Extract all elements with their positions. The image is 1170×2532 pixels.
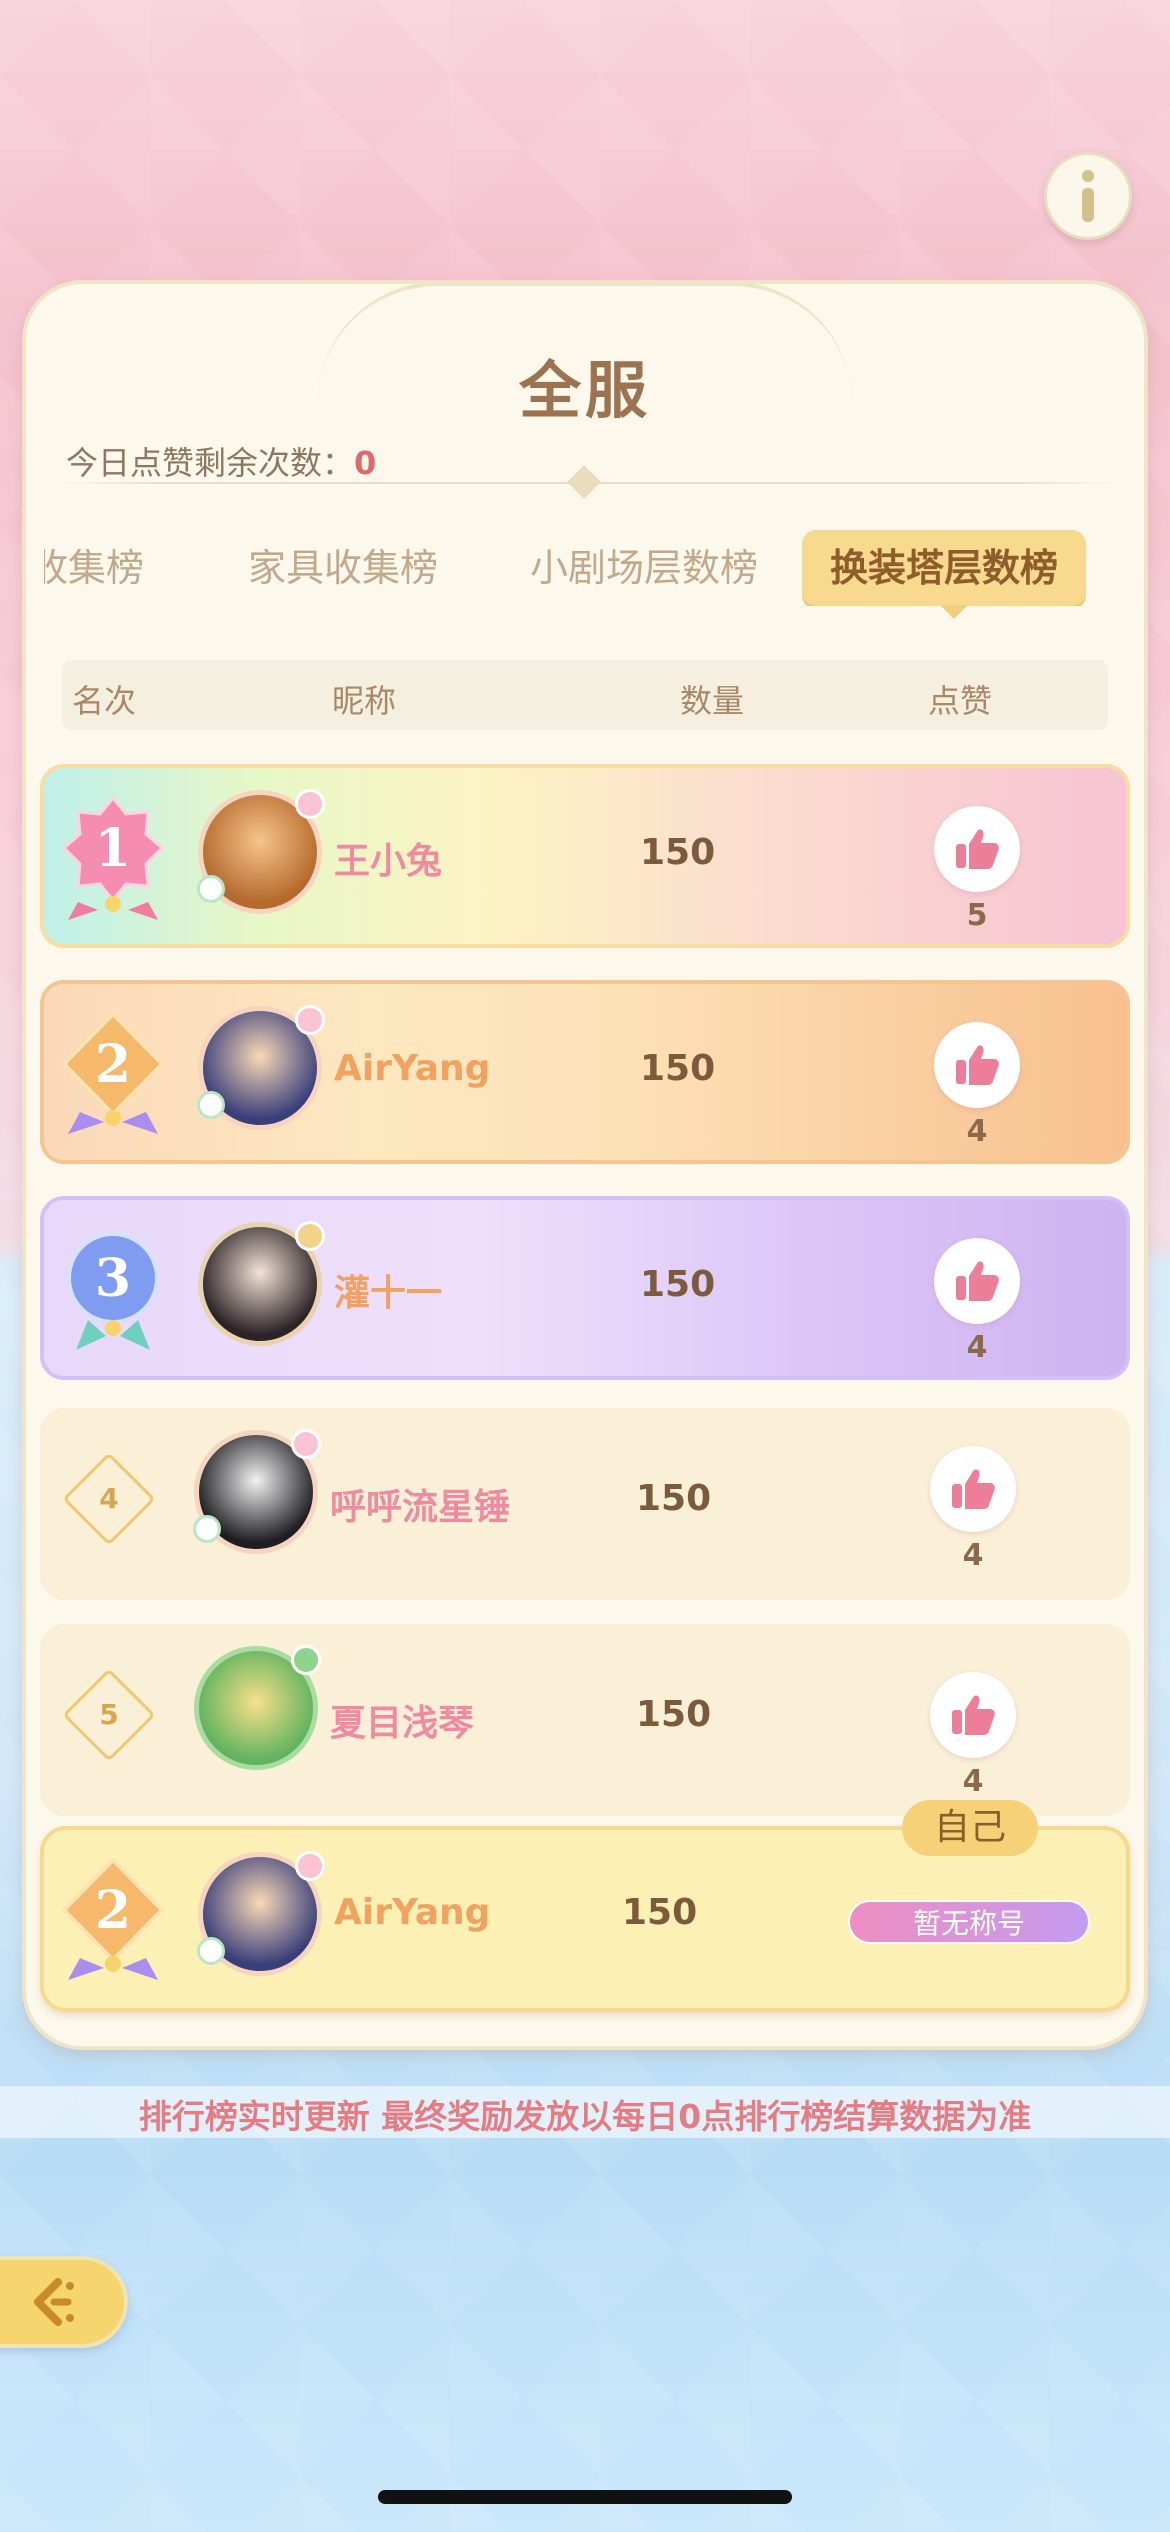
avatar-bunny-icon: [197, 875, 225, 903]
table-row: 1 王小兔 150 5: [40, 764, 1130, 948]
back-button[interactable]: [0, 2256, 128, 2348]
avatar[interactable]: [194, 1645, 321, 1770]
self-row: 2 AirYang 150 自己 暂无称号: [40, 1800, 1130, 2012]
avatar-flower-icon: [291, 1429, 321, 1459]
home-indicator: [378, 2490, 792, 2504]
column-amount: 数量: [680, 682, 745, 720]
column-like: 点赞: [928, 682, 993, 720]
rank-number: 4: [99, 1482, 119, 1515]
thumbs-up-icon: [956, 1261, 999, 1301]
avatar[interactable]: [193, 1429, 321, 1554]
avatar-bunny-icon: [197, 1091, 225, 1119]
nickname: 呼呼流星锤: [330, 1487, 511, 1528]
likes-remaining-label: 今日点赞剩余次数：: [66, 444, 355, 482]
like-count: 4: [966, 1330, 988, 1365]
self-tag: 自己: [902, 1800, 1038, 1856]
tab-furniture-collection[interactable]: 家具收集榜: [248, 530, 438, 606]
column-nickname: 昵称: [332, 682, 397, 720]
rank-medal-icon: 1: [61, 795, 165, 920]
table-row: 5 夏目浅琴 150 4: [40, 1624, 1130, 1816]
like-button[interactable]: [934, 1022, 1020, 1108]
page-title: 全服: [518, 354, 651, 427]
footer-note: 排行榜实时更新 最终奖励发放以每日0点排行榜结算数据为准: [138, 2097, 1032, 2136]
like-button[interactable]: [930, 1672, 1016, 1758]
nickname: 灌十一: [334, 1273, 443, 1314]
table-row: 3 灌十一 150 4: [40, 1196, 1130, 1380]
avatar-bunny-icon: [193, 1515, 221, 1543]
likes-remaining: 今日点赞剩余次数：0: [66, 438, 376, 484]
amount: 150: [636, 1694, 712, 1735]
avatar-bunny-icon: [197, 1937, 225, 1965]
info-icon: [1082, 170, 1094, 222]
thumbs-up-icon: [952, 1469, 995, 1509]
avatar[interactable]: [197, 1851, 325, 1976]
tab-theater-floors[interactable]: 小剧场层数榜: [530, 530, 758, 606]
avatar-star-icon: [295, 1221, 325, 1251]
avatar[interactable]: [197, 789, 325, 914]
like-count: 4: [962, 1764, 984, 1799]
column-header: 名次 昵称 数量 点赞: [62, 660, 1108, 730]
avatar-flower-icon: [295, 789, 325, 819]
avatar-frog-icon: [291, 1645, 321, 1675]
like-button[interactable]: [934, 1238, 1020, 1324]
table-row: 2 AirYang 150 4: [40, 980, 1130, 1164]
column-rank: 名次: [72, 682, 137, 720]
rank-number: 2: [95, 1880, 131, 1941]
thumbs-up-icon: [956, 1045, 999, 1085]
like-count: 4: [962, 1538, 984, 1573]
like-count: 5: [966, 898, 988, 933]
amount: 150: [622, 1892, 698, 1933]
rank-number: 5: [99, 1698, 119, 1731]
rank-medal-icon: 2: [61, 1011, 165, 1134]
nickname: AirYang: [334, 1892, 491, 1933]
active-tab-pointer: [940, 605, 968, 619]
tab-collection[interactable]: 收集榜: [44, 530, 144, 606]
avatar-flower-icon: [295, 1851, 325, 1881]
thumbs-up-icon: [952, 1695, 995, 1735]
tab-dressup-tower-floors[interactable]: 换装塔层数榜: [802, 530, 1087, 606]
rank-medal-icon: 2: [61, 1857, 165, 1980]
avatar[interactable]: [198, 1221, 325, 1346]
info-button[interactable]: [1044, 152, 1132, 240]
like-count: 4: [966, 1114, 988, 1149]
likes-remaining-count: 0: [354, 444, 377, 482]
rank-number: 1: [95, 818, 131, 879]
back-arrow-icon: [34, 2278, 74, 2326]
nickname: AirYang: [334, 1048, 491, 1089]
rank-number: 2: [95, 1034, 131, 1095]
amount: 150: [640, 1048, 716, 1089]
amount: 150: [636, 1478, 712, 1519]
table-row: 4 呼呼流星锤 150 4: [40, 1408, 1130, 1600]
avatar-flower-icon: [295, 1005, 325, 1035]
nickname: 王小兔: [334, 841, 443, 882]
thumbs-up-icon: [956, 829, 999, 869]
like-button[interactable]: [934, 806, 1020, 892]
amount: 150: [640, 1264, 716, 1305]
tab-bar: 收集榜 家具收集榜 小剧场层数榜 换装塔层数榜: [44, 530, 1114, 606]
rank-number: 3: [95, 1248, 131, 1309]
title-badge: 暂无称号: [848, 1900, 1090, 1944]
amount: 150: [640, 832, 716, 873]
like-button[interactable]: [930, 1446, 1016, 1532]
nickname: 夏目浅琴: [330, 1703, 475, 1744]
rank-medal-icon: 3: [67, 1232, 159, 1350]
avatar[interactable]: [197, 1005, 325, 1130]
